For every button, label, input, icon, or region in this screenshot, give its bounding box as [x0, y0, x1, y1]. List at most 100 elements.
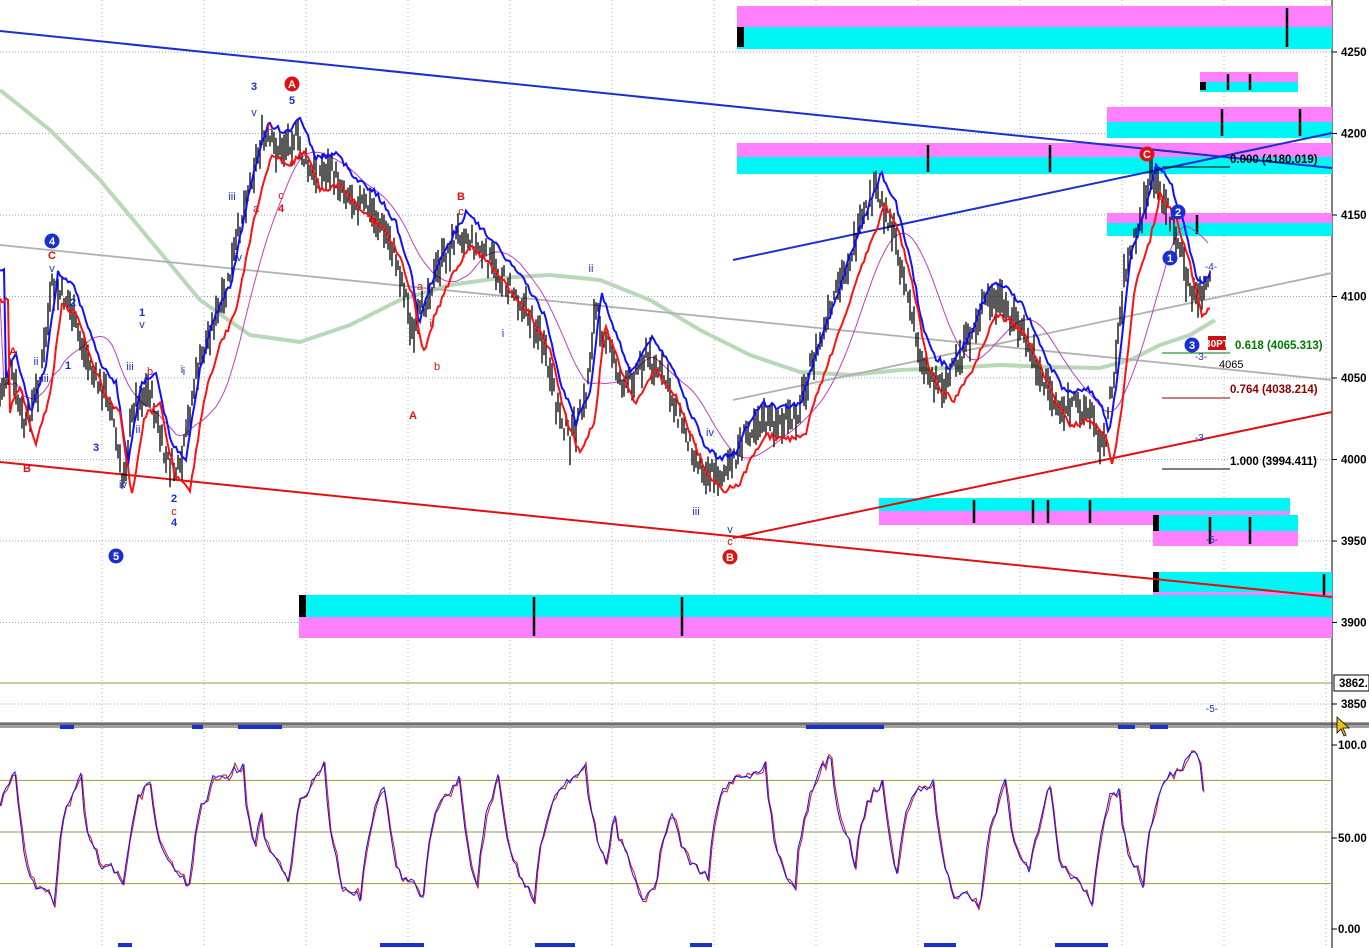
- wave-label: 4: [171, 517, 178, 529]
- wave-dash-label: -5-: [1206, 704, 1218, 715]
- wave-dash-label: -3-: [1195, 352, 1207, 363]
- y-tick-label: 4250: [1341, 47, 1367, 59]
- zone-marker: [1153, 515, 1159, 531]
- wave-label: iii: [126, 361, 133, 373]
- signal-marker: [535, 943, 575, 947]
- osc-tick-label: 100.0: [1338, 740, 1367, 752]
- y-tick-label: 4100: [1341, 292, 1367, 304]
- zone-4260-top: [737, 6, 1332, 27]
- fib-label: 1.000 (3994.411): [1230, 456, 1317, 468]
- wave-label: A: [9, 346, 17, 358]
- wave-circle-label: 2: [1175, 207, 1181, 219]
- y-tick-label: 3950: [1341, 536, 1367, 548]
- wave-label: b: [147, 366, 153, 378]
- y-tick-label: 4050: [1341, 373, 1367, 385]
- wave-label: 2: [70, 297, 76, 309]
- wave-label: 4: [278, 203, 285, 215]
- wave-label: c: [458, 206, 464, 218]
- wave-label: 3: [93, 442, 99, 454]
- wave-label: v: [49, 263, 55, 275]
- wave-label: A: [409, 410, 417, 422]
- wave-label: iii: [692, 506, 699, 518]
- signal-marker: [924, 943, 956, 947]
- wave-label: b: [434, 361, 440, 373]
- price-chart: 0.000 (4180.019) 0.618 (4065.313) 0.764 (4…: [0, 0, 1369, 948]
- zone-marker: [737, 27, 744, 47]
- wave-circle-label: 5: [113, 551, 119, 563]
- y-axis: 4250 4200 4150 4100 4050 4000 3950 3900 3850 3862…: [1332, 47, 1369, 737]
- wave-label: 1: [139, 307, 145, 319]
- y-tick-label: 4200: [1341, 129, 1367, 141]
- wave-circle-label: 3: [1189, 340, 1195, 352]
- zone-4205-top: [1107, 107, 1332, 122]
- zone-3945-bottom: [1153, 531, 1298, 546]
- signal-marker: [1118, 725, 1135, 729]
- signal-marker: [192, 725, 203, 729]
- pt-badge-label: 30PT: [1205, 339, 1229, 350]
- wave-label: ii: [589, 263, 594, 275]
- wave-label: 3: [251, 81, 257, 93]
- signal-marker: [118, 943, 132, 947]
- zone-4260-bottom: [737, 27, 1332, 49]
- wave-label: v: [139, 319, 145, 331]
- zone-3895-bottom: [299, 617, 1332, 638]
- zone-marker: [299, 595, 306, 617]
- osc-tick-label: 50.00: [1338, 833, 1367, 845]
- wave-circle-label: 1: [1167, 253, 1173, 265]
- y-tick-label: 4150: [1341, 210, 1367, 222]
- wave-label: c: [278, 190, 284, 202]
- wave-label: ii: [136, 424, 141, 436]
- wave-label: v: [251, 107, 257, 119]
- signal-marker: [60, 725, 74, 729]
- zones: [299, 6, 1332, 638]
- wave-label: B: [23, 463, 31, 475]
- signal-marker: [806, 725, 884, 729]
- zone-marker: [1153, 572, 1159, 592]
- wave-label: i: [185, 418, 187, 430]
- zone-3895-top: [299, 595, 1332, 617]
- wave-dash-label: -3-: [1195, 433, 1207, 444]
- zone-marker: [1200, 82, 1206, 90]
- wave-label: iv: [706, 427, 714, 439]
- y-tick-label: 3900: [1341, 618, 1367, 630]
- zone-4205-bottom: [1107, 122, 1332, 138]
- wave-label: a: [417, 281, 424, 293]
- wave-label: v: [727, 524, 733, 536]
- y-tick-label: 3850: [1341, 699, 1367, 711]
- grid: [0, 0, 1369, 948]
- wave-label: 2: [171, 493, 177, 505]
- wave-label: iv: [119, 479, 127, 491]
- fib-label: 0.764 (4038.214): [1230, 384, 1318, 396]
- signal-marker: [690, 943, 712, 947]
- wave-label: ii: [430, 318, 435, 330]
- wave-label: B: [457, 191, 465, 203]
- wave-circle-label: 4: [49, 236, 56, 248]
- osc-tick-label: 0.00: [1338, 924, 1360, 936]
- level-label: 4065: [1219, 359, 1243, 371]
- upper-trendline: [0, 30, 1333, 169]
- wave-dash-label: -5-: [1206, 535, 1218, 546]
- wave-label: C: [48, 250, 56, 262]
- wave-label: i: [502, 328, 504, 340]
- oscillator-panel: 100.0 50.00 0.00: [0, 740, 1367, 936]
- wave-label: iii: [41, 373, 48, 385]
- zone-3960-top: [879, 498, 1290, 511]
- wave-label: 1: [65, 360, 71, 372]
- fib-label: 0.000 (4180.019): [1230, 154, 1318, 166]
- wave-circle-label: B: [726, 552, 734, 564]
- zone-3945-top: [1153, 515, 1298, 531]
- wave-label: b: [267, 121, 273, 133]
- wave-dash-label: -4-: [1205, 262, 1217, 273]
- cursor-icon: [1336, 716, 1351, 737]
- wave-label: ii: [34, 356, 39, 368]
- signal-marker: [238, 725, 282, 729]
- wave-circle-label: A: [288, 79, 296, 91]
- wave-label: i: [183, 366, 185, 378]
- osc-signal-line: [0, 750, 1205, 911]
- signal-marker: [1150, 725, 1168, 729]
- y-tick-label: 4000: [1341, 455, 1367, 467]
- wave-label: c: [727, 536, 733, 548]
- chart-window: 0.000 (4180.019) 0.618 (4065.313) 0.764 (4…: [0, 0, 1369, 948]
- wave-label: c: [171, 506, 177, 518]
- price-marker-label: 3862.: [1339, 678, 1368, 690]
